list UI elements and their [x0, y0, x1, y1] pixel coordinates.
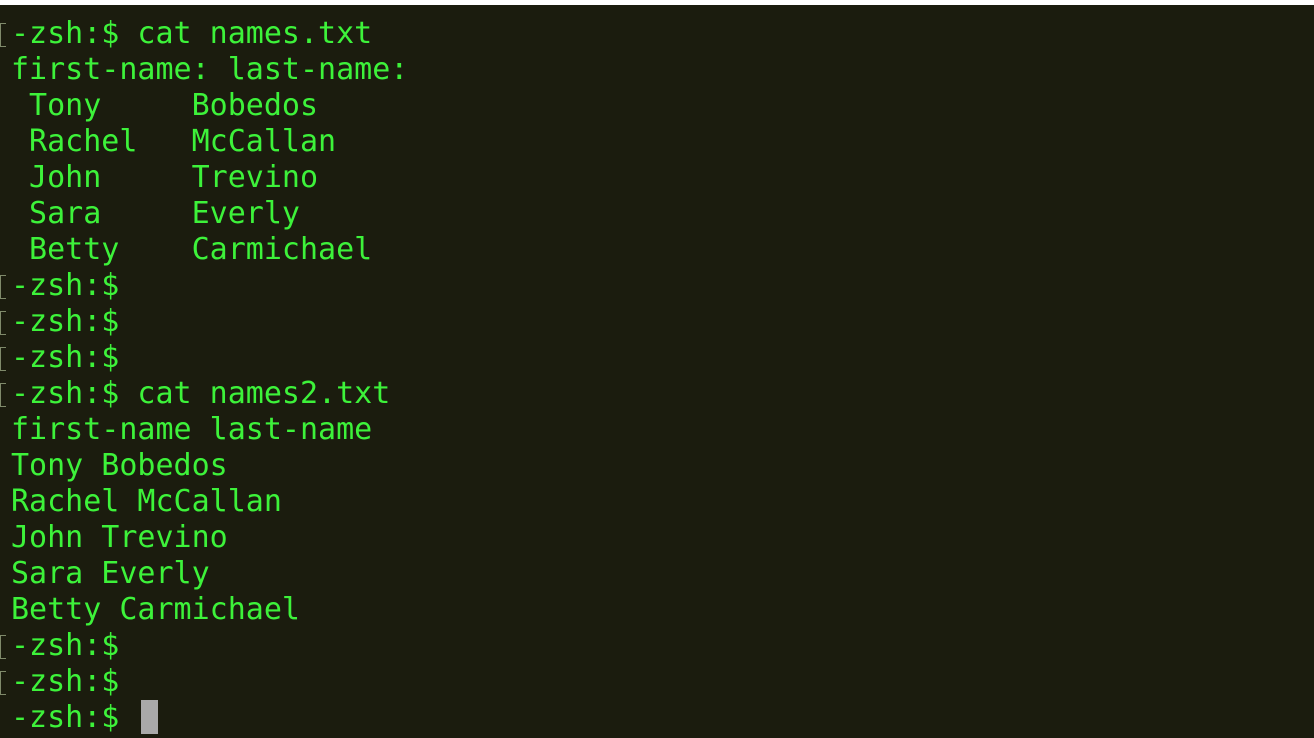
- terminal-line: -zsh:$ cat names2.txt: [0, 376, 408, 412]
- terminal-line: Sara Everly: [11, 196, 408, 232]
- terminal-line: first-name: last-name:: [11, 52, 408, 88]
- line-text: first-name: last-name:: [11, 52, 409, 87]
- line-text: Sara Everly: [11, 196, 300, 231]
- terminal-line: -zsh:$ cat names.txt: [0, 16, 408, 52]
- line-text: -zsh:$: [11, 268, 120, 303]
- prompt-mark-icon: [0, 671, 6, 695]
- terminal-line: Tony Bobedos: [11, 88, 408, 124]
- line-text: -zsh:$: [11, 304, 120, 339]
- terminal-line: -zsh:$: [0, 340, 408, 376]
- terminal-line: Rachel McCallan: [11, 484, 408, 520]
- terminal-line: John Trevino: [11, 520, 408, 556]
- line-text: -zsh:$ cat names.txt: [11, 16, 373, 51]
- prompt-mark-icon: [0, 347, 6, 371]
- line-text: -zsh:$: [11, 664, 120, 699]
- prompt-mark-icon: [0, 275, 6, 299]
- line-text: -zsh:$: [11, 340, 120, 375]
- prompt-mark-icon: [0, 383, 6, 407]
- active-prompt-line[interactable]: -zsh:$: [11, 699, 408, 736]
- line-text: Tony Bobedos: [11, 448, 228, 483]
- line-text: Betty Carmichael: [11, 592, 300, 627]
- line-text: Rachel McCallan: [11, 124, 337, 159]
- prompt-text: -zsh:$: [11, 700, 138, 735]
- terminal-line: Betty Carmichael: [11, 592, 408, 628]
- line-text: -zsh:$ cat names2.txt: [11, 376, 391, 411]
- terminal-line: -zsh:$: [0, 628, 408, 664]
- terminal-line: -zsh:$: [0, 268, 408, 304]
- terminal-line: first-name last-name: [11, 412, 408, 448]
- terminal-line: -zsh:$: [0, 664, 408, 700]
- line-text: -zsh:$: [11, 628, 120, 663]
- line-text: John Trevino: [11, 520, 228, 555]
- terminal-line: -zsh:$: [0, 304, 408, 340]
- prompt-mark-icon: [0, 23, 6, 47]
- line-text: Betty Carmichael: [11, 232, 373, 267]
- prompt-mark-icon: [0, 635, 6, 659]
- terminal-line: John Trevino: [11, 160, 408, 196]
- terminal-line: Betty Carmichael: [11, 232, 408, 268]
- text-cursor[interactable]: [141, 699, 159, 734]
- line-text: John Trevino: [11, 160, 319, 195]
- terminal-line: Rachel McCallan: [11, 124, 408, 160]
- line-text: Sara Everly: [11, 556, 210, 591]
- line-text: first-name last-name: [11, 412, 373, 447]
- terminal-line: Tony Bobedos: [11, 448, 408, 484]
- prompt-mark-icon: [0, 311, 6, 335]
- line-text: Tony Bobedos: [11, 88, 319, 123]
- line-text: Rachel McCallan: [11, 484, 282, 519]
- terminal-output: -zsh:$ cat names.txt first-name: last-na…: [0, 16, 408, 736]
- terminal-window[interactable]: -zsh:$ cat names.txt first-name: last-na…: [0, 5, 1314, 738]
- terminal-line: Sara Everly: [11, 556, 408, 592]
